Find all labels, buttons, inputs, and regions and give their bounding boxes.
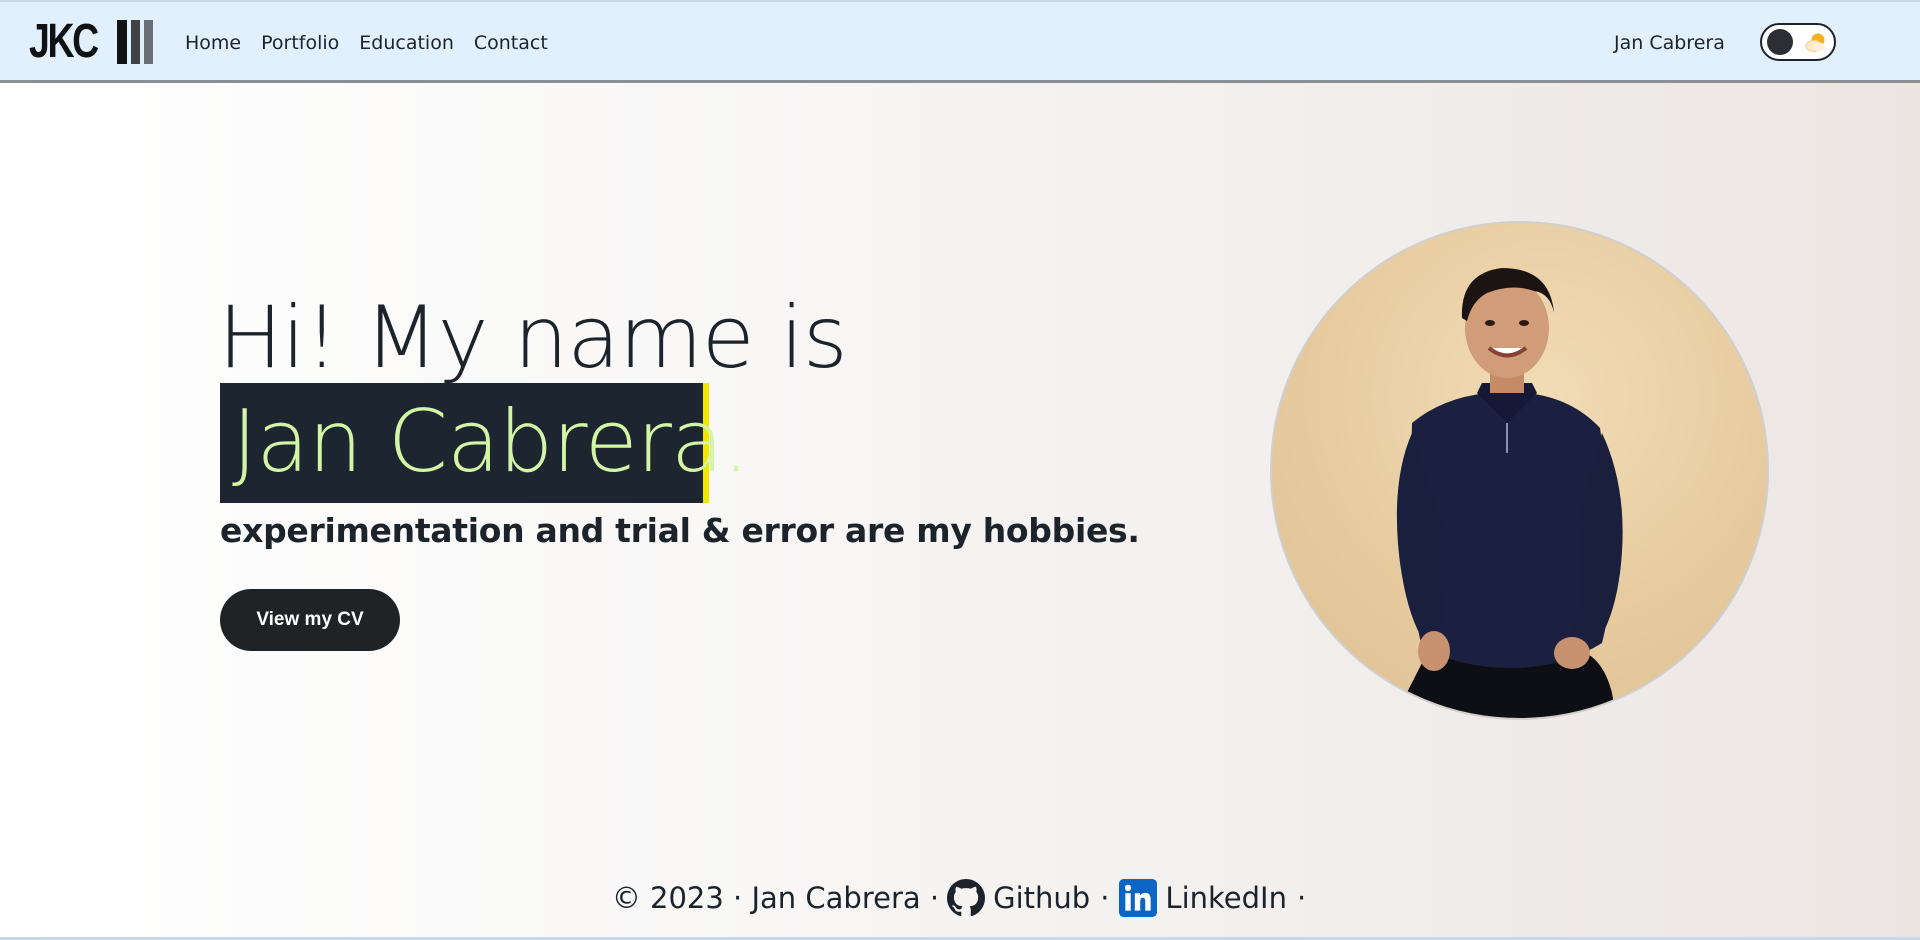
nav-link-contact[interactable]: Contact: [474, 30, 548, 56]
nav-link-education[interactable]: Education: [359, 30, 454, 56]
navbar: JKC Home Portfolio Education Contact Jan…: [0, 0, 1920, 83]
footer-separator: ·: [1100, 881, 1110, 915]
name-highlight: Jan Cabrera.: [220, 383, 750, 503]
hero-greeting: Hi! My name is: [218, 288, 848, 388]
linkedin-link[interactable]: LinkedIn: [1119, 878, 1287, 918]
linkedin-icon: [1119, 879, 1158, 917]
brand-logo[interactable]: JKC: [29, 18, 153, 66]
hero-name: Jan Cabrera.: [232, 392, 750, 492]
hero-tagline: experimentation and trial & error are my…: [220, 511, 1140, 550]
nav-user-name: Jan Cabrera: [1614, 32, 1725, 54]
view-cv-button[interactable]: View my CV: [220, 589, 400, 651]
brand-logo-bars: [117, 20, 153, 64]
brand-logo-text: JKC: [29, 15, 99, 68]
github-link[interactable]: Github: [947, 878, 1090, 918]
footer-trailing-separator: ·: [1296, 881, 1307, 915]
nav-links: Home Portfolio Education Contact: [185, 30, 548, 56]
linkedin-link-label: LinkedIn: [1165, 881, 1287, 915]
theme-toggle[interactable]: [1760, 23, 1836, 61]
toggle-knob: [1767, 29, 1793, 55]
github-link-label: Github: [993, 881, 1091, 915]
nav-link-portfolio[interactable]: Portfolio: [261, 30, 339, 56]
nav-link-home[interactable]: Home: [185, 30, 241, 56]
github-icon: [947, 879, 986, 917]
footer-copyright: © 2023 · Jan Cabrera ·: [611, 881, 940, 915]
sun-cloud-icon: [1805, 33, 1825, 52]
footer: © 2023 · Jan Cabrera · Github · LinkedIn…: [0, 878, 1920, 918]
profile-photo: [1270, 221, 1769, 720]
